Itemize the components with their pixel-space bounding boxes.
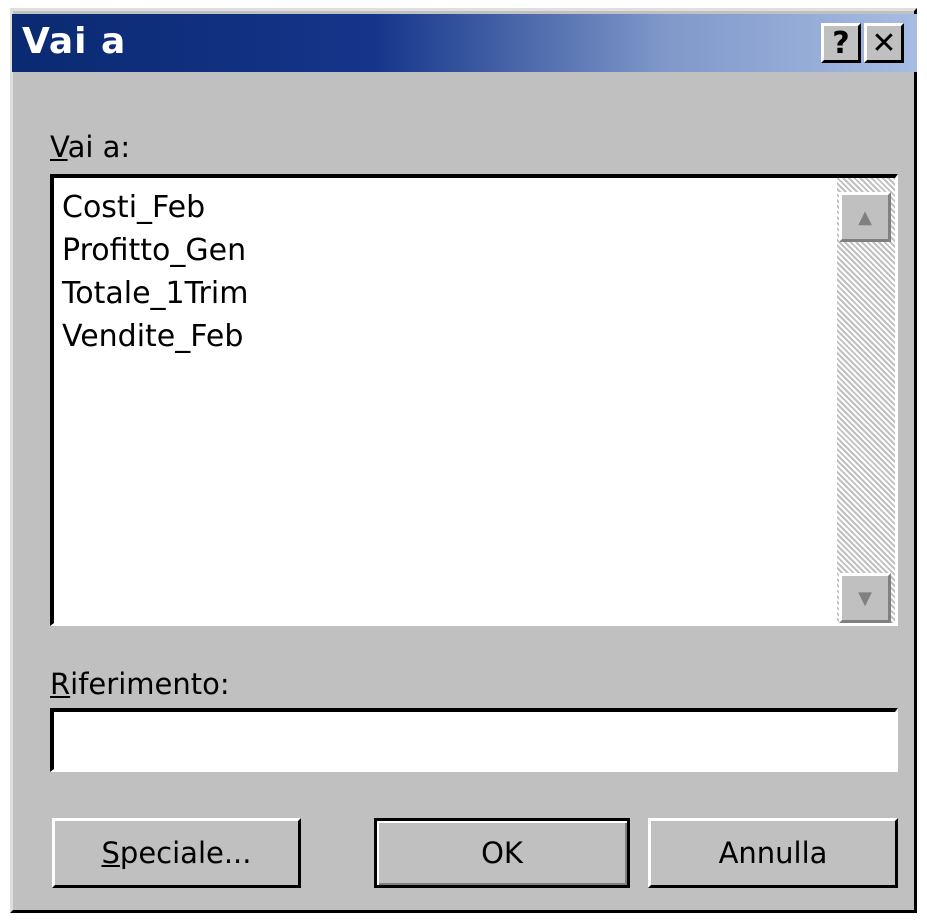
list-item[interactable]: Costi_Feb <box>62 186 248 229</box>
help-icon: ? <box>832 25 850 61</box>
special-button-accel: S <box>101 836 120 870</box>
window-title: Vai a <box>22 21 127 62</box>
scroll-down-button[interactable]: ▼ <box>839 573 891 623</box>
ok-button[interactable]: OK <box>374 818 630 888</box>
reference-input[interactable] <box>50 708 898 772</box>
goto-label-accel: V <box>50 130 68 164</box>
special-button-label: peciale... <box>119 836 252 870</box>
list-item[interactable]: Totale_1Trim <box>62 272 248 315</box>
reference-label: Riferimento: <box>50 667 230 701</box>
list-item[interactable]: Vendite_Feb <box>62 315 248 358</box>
scroll-up-button[interactable]: ▲ <box>839 192 891 242</box>
arrow-down-icon: ▼ <box>858 587 872 609</box>
names-listbox[interactable]: Costi_Feb Profitto_Gen Totale_1Trim Vend… <box>50 174 898 626</box>
close-icon: ✕ <box>871 25 897 61</box>
special-button[interactable]: Speciale... <box>52 818 301 888</box>
reference-label-text: iferimento: <box>70 667 230 701</box>
list-item[interactable]: Profitto_Gen <box>62 229 248 272</box>
goto-label-text: ai a: <box>67 130 131 164</box>
arrow-up-icon: ▲ <box>858 206 872 228</box>
title-bar[interactable]: Vai a ? ✕ <box>12 14 917 72</box>
names-list: Costi_Feb Profitto_Gen Totale_1Trim Vend… <box>62 186 248 358</box>
reference-label-accel: R <box>50 667 71 701</box>
goto-label: Vai a: <box>50 130 130 164</box>
close-button[interactable]: ✕ <box>864 23 904 63</box>
vertical-scrollbar[interactable]: ▲ ▼ <box>837 178 895 623</box>
cancel-button[interactable]: Annulla <box>648 818 898 888</box>
help-button[interactable]: ? <box>821 23 861 63</box>
